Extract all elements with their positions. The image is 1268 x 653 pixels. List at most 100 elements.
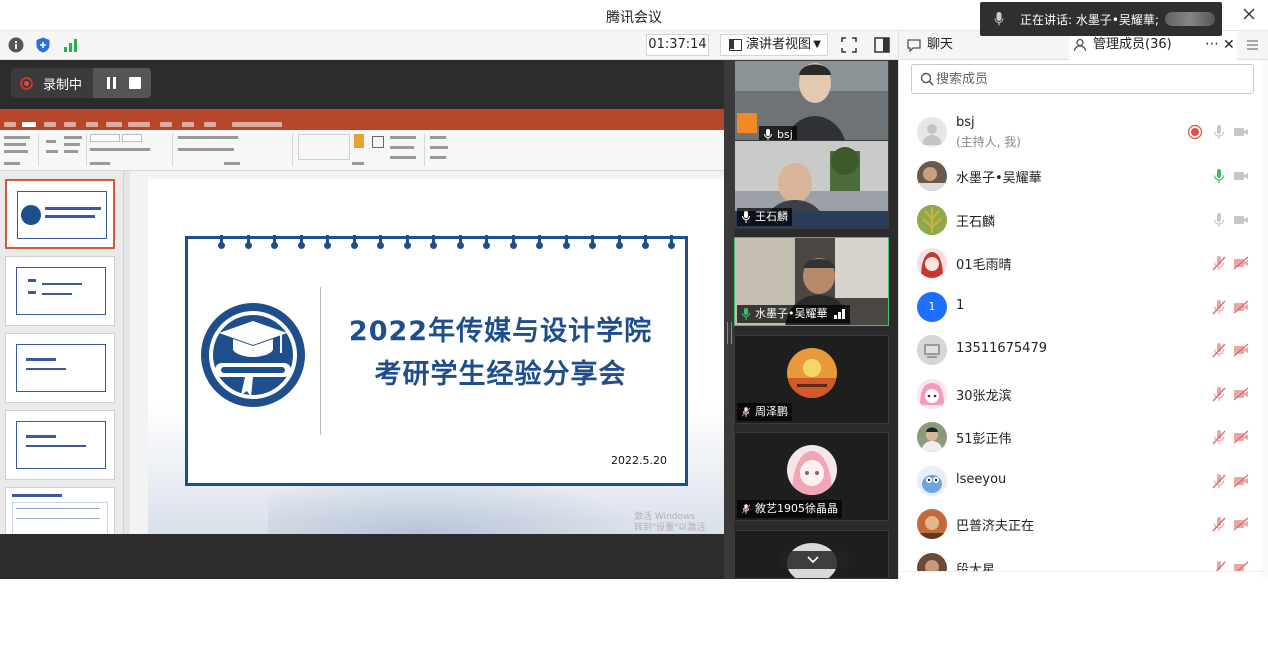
video-tile[interactable]: bsj (734, 60, 889, 149)
info-icon[interactable] (8, 37, 24, 53)
mic-icon[interactable] (1211, 124, 1227, 140)
search-icon (920, 72, 934, 86)
recording-status-icon (1187, 124, 1203, 140)
camera-off-icon[interactable] (1233, 473, 1249, 489)
mic-muted-icon[interactable] (1211, 473, 1227, 489)
member-name: 51彭正伟 (956, 432, 1012, 447)
signal-strength-icon[interactable] (63, 37, 79, 53)
camera-icon[interactable] (1233, 124, 1249, 140)
member-role: (主持人, 我) (956, 135, 1021, 149)
mic-muted-icon[interactable] (1211, 299, 1227, 315)
member-row[interactable]: 巴普济夫正在 (899, 502, 1261, 546)
video-tile[interactable]: 敘艺1905徐晶晶 (734, 432, 889, 521)
slide-thumbnail[interactable] (5, 410, 115, 480)
view-mode-label: 演讲者视图 (746, 37, 812, 52)
camera-off-icon[interactable] (1233, 386, 1249, 402)
video-tile[interactable]: 周泽鹏 (734, 335, 889, 424)
mic-active-icon[interactable] (1211, 168, 1227, 184)
camera-off-icon[interactable] (1233, 255, 1249, 271)
sidebar-toggle-icon[interactable] (874, 37, 890, 53)
mic-muted-icon[interactable] (1211, 255, 1227, 271)
fullscreen-icon[interactable] (841, 37, 857, 53)
meeting-timer: 01:37:14 (646, 34, 709, 56)
recording-label: 录制中 (43, 77, 83, 93)
video-tile[interactable]: 王石麟 (734, 140, 889, 229)
member-row[interactable]: 30张龙滨 (899, 372, 1261, 416)
camera-icon[interactable] (1233, 168, 1249, 184)
recording-controls (93, 68, 151, 98)
member-name: 13511675479 (956, 341, 1047, 356)
camera-icon[interactable] (1233, 212, 1249, 228)
thumbnail-scrollbar[interactable] (124, 171, 130, 534)
mic-icon[interactable] (1211, 212, 1227, 228)
member-row[interactable]: 51彭正伟 (899, 415, 1261, 459)
slide-canvas: 2022年传媒与设计学院 考研学生经验分享会 2022.5.20 激活 Wind… (148, 179, 724, 534)
camera-off-icon[interactable] (1233, 299, 1249, 315)
chevron-down-icon[interactable] (807, 553, 819, 565)
slide-title-line2: 考研学生经验分享会 (374, 359, 627, 390)
blurred-name (1164, 12, 1215, 26)
member-row[interactable]: 王石麟 (899, 198, 1261, 242)
members-scrollbar[interactable] (1262, 60, 1268, 579)
binder-rings (218, 235, 675, 251)
signal-icon (833, 309, 845, 319)
mic-muted-icon[interactable] (1211, 386, 1227, 402)
mic-muted-icon[interactable] (1211, 342, 1227, 358)
record-dot-icon (20, 76, 33, 90)
members-panel: bsj (主持人, 我) 水墨子•吴耀華 王石麟 (898, 60, 1268, 579)
mic-muted-icon[interactable] (1211, 429, 1227, 445)
slide-thumbnail[interactable] (5, 256, 115, 326)
panel-menu-icon[interactable] (1245, 31, 1265, 60)
avatar (917, 117, 947, 147)
slide-calendar-frame: 2022年传媒与设计学院 考研学生经验分享会 2022.5.20 (185, 235, 688, 486)
ppt-title-bar (0, 109, 724, 120)
avatar (787, 348, 837, 398)
video-strip: bsj 王石麟 水墨子•吴耀華 周泽鹏 敘艺1905徐晶晶 (734, 60, 898, 579)
member-row[interactable]: 01毛雨晴 (899, 241, 1261, 285)
close-panel-icon[interactable]: ✕ (1223, 31, 1235, 59)
video-tile-name: 王石麟 (737, 208, 792, 226)
member-row[interactable]: 水墨子•吴耀華 (899, 154, 1261, 198)
slide-thumbnail[interactable] (5, 487, 115, 534)
member-name: 1 (956, 298, 965, 313)
video-tile-name: 水墨子•吴耀華 (737, 305, 850, 323)
members-icon (1073, 38, 1087, 52)
member-row[interactable]: bsj (主持人, 我) (899, 110, 1261, 154)
slide-date: 2022.5.20 (611, 454, 667, 467)
camera-off-icon[interactable] (1233, 516, 1249, 532)
member-row[interactable]: lseeyou (899, 459, 1261, 503)
stage-splitter[interactable] (724, 60, 734, 579)
mic-muted-icon (742, 407, 750, 417)
graduation-logo-icon (201, 303, 305, 407)
video-tile-active-speaker[interactable]: 水墨子•吴耀華 (734, 237, 889, 326)
member-name: bsj (956, 115, 975, 130)
camera-off-icon[interactable] (1233, 429, 1249, 445)
speaking-banner: 正在讲话: 水墨子•吴耀華; (980, 2, 1222, 36)
member-name: 01毛雨晴 (956, 258, 1012, 273)
avatar (917, 248, 947, 278)
camera-off-icon[interactable] (1233, 342, 1249, 358)
member-row[interactable]: 13511675479 (899, 328, 1261, 372)
pause-recording-button[interactable] (107, 77, 110, 89)
view-mode-dropdown[interactable]: 演讲者视图 ▼ (720, 34, 828, 56)
member-name: 水墨子•吴耀華 (956, 171, 1042, 186)
close-window-icon[interactable] (1240, 5, 1258, 25)
mic-muted-icon[interactable] (1211, 516, 1227, 532)
member-name: lseeyou (956, 472, 1007, 487)
mic-icon (742, 211, 750, 223)
meeting-toolbar: 01:37:14 演讲者视图 ▼ (0, 31, 898, 60)
member-row[interactable]: 1 1 (899, 285, 1261, 329)
avatar (917, 422, 947, 452)
security-shield-icon[interactable] (35, 37, 51, 53)
slide-thumbnail[interactable] (5, 333, 115, 403)
stop-recording-button[interactable] (129, 77, 141, 89)
search-input[interactable] (936, 69, 1236, 89)
video-strip-scrollbar[interactable] (889, 60, 898, 579)
slide-thumbnail[interactable] (5, 179, 115, 249)
meeting-window: 腾讯会议 正在讲话: 水墨子•吴耀華; 01:37:14 演讲者视图 ▼ 聊天 (0, 0, 1268, 653)
video-tile-name: 周泽鹏 (737, 403, 792, 421)
speaker-view-icon (729, 39, 742, 51)
member-search[interactable] (911, 64, 1254, 94)
shared-powerpoint: 2022年传媒与设计学院 考研学生经验分享会 2022.5.20 激活 Wind… (0, 109, 724, 534)
video-tile[interactable] (734, 530, 889, 579)
